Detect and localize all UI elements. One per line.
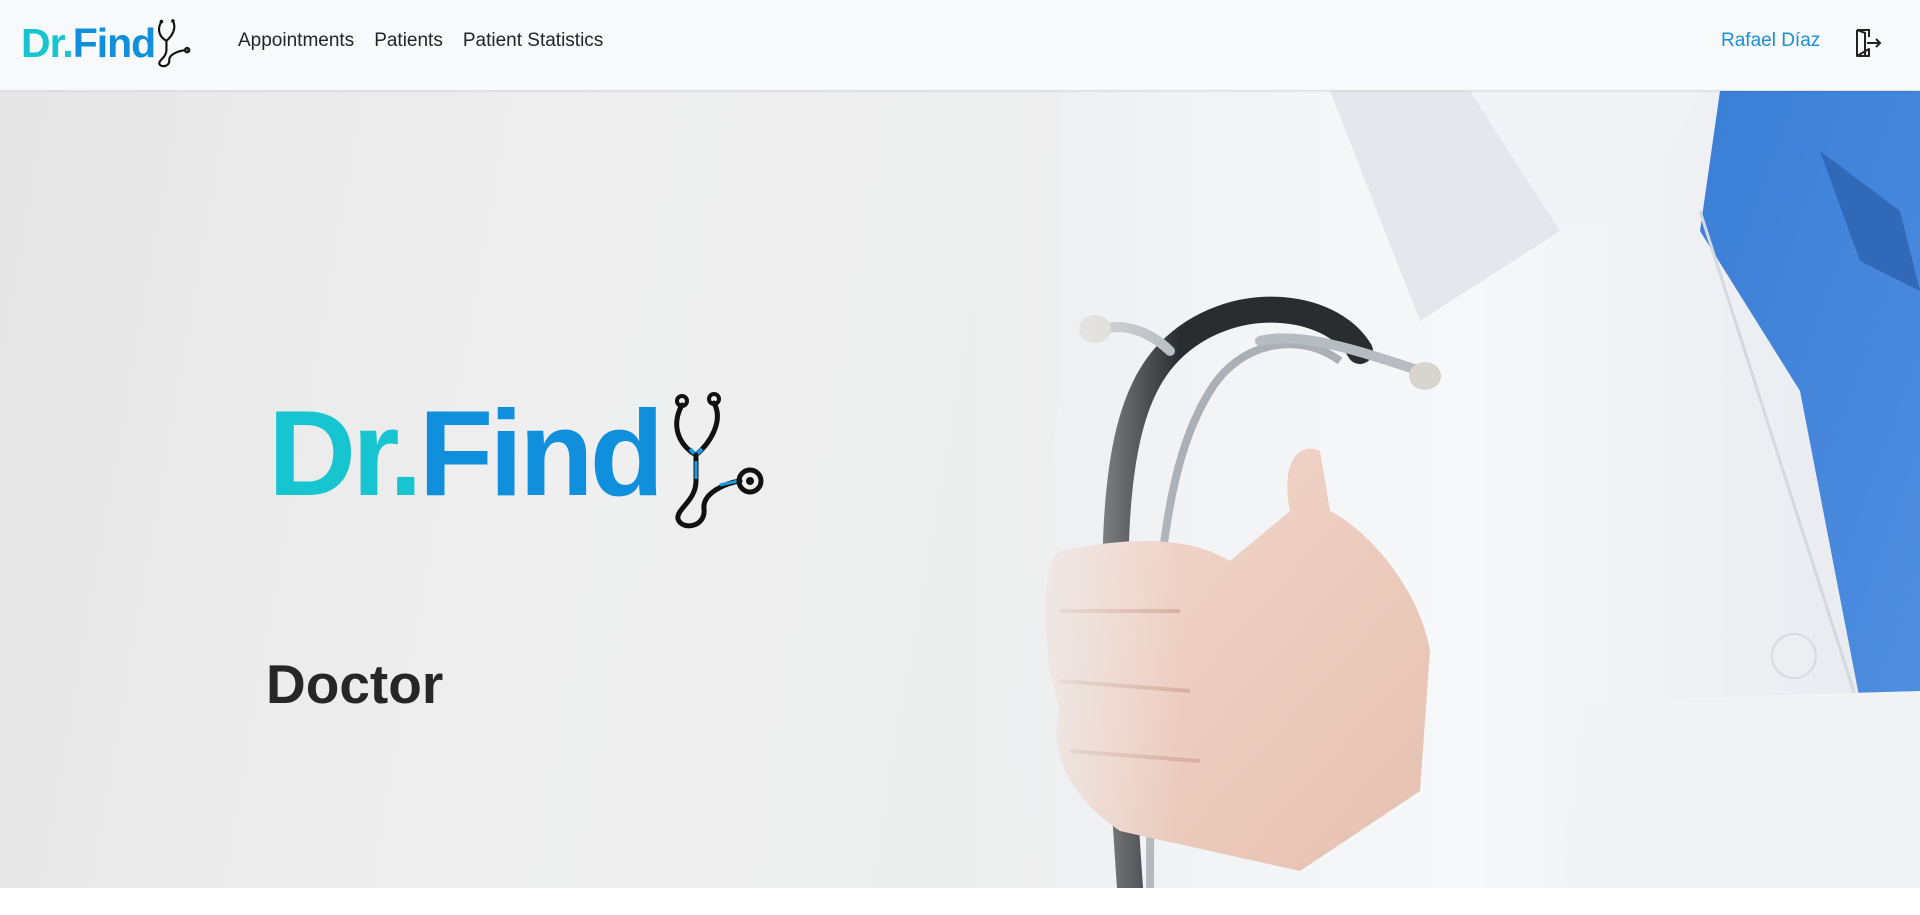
logout-icon[interactable] — [1854, 28, 1882, 58]
brand-find: Find — [72, 20, 157, 66]
hero-logo-dr: Dr. — [268, 385, 423, 521]
nav-links: Appointments Patients Patient Statistics — [238, 30, 603, 52]
brand-logo[interactable]: Dr.Find — [21, 18, 193, 72]
bottom-strip — [0, 888, 1920, 915]
brand-dr: Dr. — [21, 20, 74, 66]
hero-logo-find: Find — [418, 385, 664, 521]
nav-patient-statistics[interactable]: Patient Statistics — [463, 30, 603, 52]
hero-logo-text: Dr.Find — [268, 392, 664, 514]
nav-appointments[interactable]: Appointments — [238, 30, 354, 52]
brand-text: Dr.Find — [21, 20, 157, 66]
hero-banner: Dr.Find Doctor — [0, 91, 1920, 888]
hero-logo: Dr.Find — [268, 391, 770, 614]
nav-patients[interactable]: Patients — [374, 30, 443, 52]
hero-role-title: Doctor — [266, 653, 444, 715]
stethoscope-icon — [158, 19, 191, 68]
stethoscope-icon — [674, 392, 764, 529]
user-name-link[interactable]: Rafael Díaz — [1721, 30, 1820, 52]
top-navbar: Dr.Find Appointments Patients Patient St… — [0, 0, 1920, 91]
hero-fade — [980, 91, 1180, 888]
